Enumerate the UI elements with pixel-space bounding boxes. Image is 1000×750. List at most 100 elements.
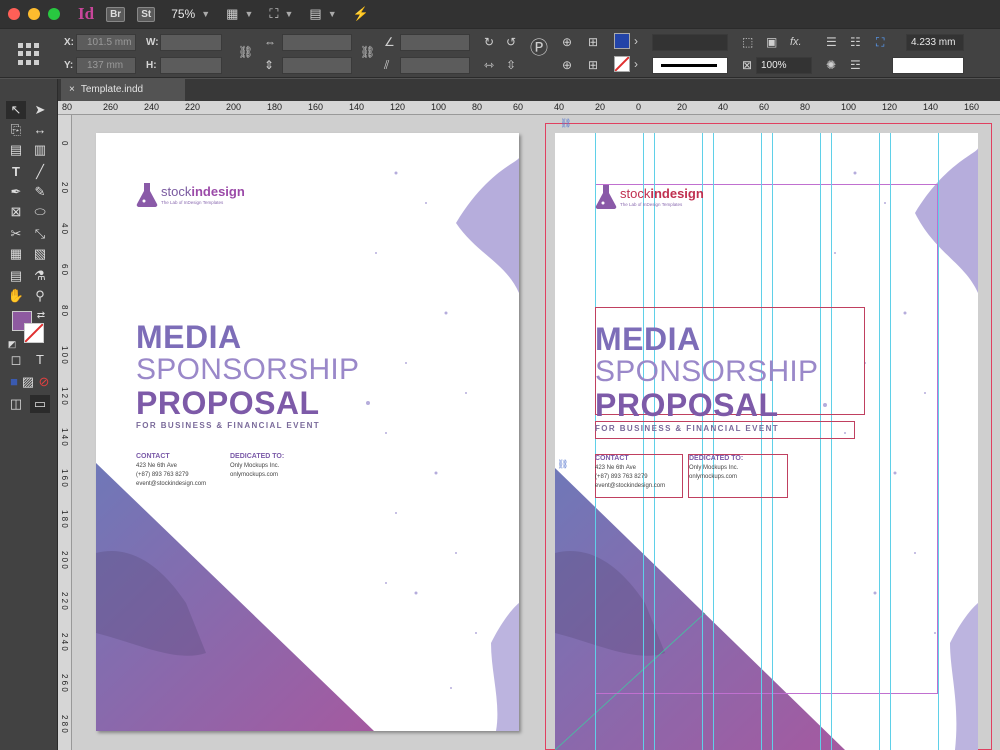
corner-options-icon[interactable]: ⛶ [876,35,884,49]
page-tool-icon[interactable]: ⎘ [6,121,26,139]
effects-button[interactable]: fx. [790,35,802,49]
ruler-tick-label: 60 [513,102,524,112]
pen-tool-icon[interactable]: ✒ [6,183,26,201]
bridge-button[interactable]: Br [106,6,126,22]
zoom-level[interactable]: 75% [171,7,195,21]
ruler-tick-label: 4 0 [60,223,69,235]
link-icon[interactable]: ⛓ [557,459,568,470]
minimize-window-button[interactable] [28,8,40,20]
close-window-button[interactable] [8,8,20,20]
rotate-counterclockwise-icon[interactable]: ↺ [506,35,516,49]
corner-shape-select[interactable] [892,57,964,74]
screen-mode-icon[interactable]: ⛶ [269,6,278,22]
fill-dropdown-icon[interactable]: › [634,34,638,48]
formatting-container-icon[interactable]: ◻ [6,351,26,369]
screen-mode-dropdown-icon[interactable]: ▼ [284,9,293,19]
ruler-tick-label: 240 [144,102,160,112]
auto-fit-icon[interactable]: ⬚ [742,35,753,49]
tab-template[interactable]: × Template.indd [61,79,185,101]
select-previous-icon[interactable]: ⊕ [562,58,572,72]
distribute-icon[interactable]: ☲ [850,58,861,72]
zoom-window-button[interactable] [48,8,60,20]
ruler-tick-label: 1 4 0 [60,428,69,446]
arrange-dropdown-icon[interactable]: ▼ [328,9,337,19]
column-guide [772,133,773,750]
select-content-icon[interactable]: ⊞ [588,35,598,49]
note-tool-icon[interactable]: ▤ [6,267,26,285]
selection-tool-icon[interactable]: ↖ [6,101,26,119]
ruler-tick-label: 2 0 [60,182,69,194]
height-field[interactable] [160,57,222,74]
close-tab-icon[interactable]: × [69,84,75,95]
constrain-scale-icon[interactable]: ⛓ [360,45,375,59]
content-placer-icon[interactable]: ▥ [30,141,50,159]
link-icon[interactable]: ⛓ [560,118,571,129]
gpu-performance-icon[interactable]: ⚡ [353,6,369,22]
scale-y-field[interactable] [282,57,352,74]
gradient-feather-tool-icon[interactable]: ▧ [30,245,50,263]
scale-x-field[interactable] [282,34,352,51]
ruler-tick-label: 8 0 [60,305,69,317]
x-position-field[interactable]: 101.5 mm [76,34,136,51]
document-canvas[interactable]: stockindesign The Lab of InDesign Templa… [72,115,1000,750]
gradient-swatch-tool-icon[interactable]: ▦ [6,245,26,263]
swap-fill-stroke-icon[interactable]: ⇄ [34,307,48,325]
flip-horizontal-icon[interactable]: ⇿ [484,58,494,72]
stroke-dropdown-icon[interactable]: › [634,57,638,71]
align-icon[interactable]: ✺ [826,58,836,72]
view-options-dropdown-icon[interactable]: ▼ [244,9,253,19]
ellipse-tool-icon[interactable]: ⬭ [30,203,50,221]
formatting-text-icon[interactable]: T [30,351,50,369]
stock-button[interactable]: St [137,6,156,22]
stroke-type-select[interactable] [652,57,728,74]
select-container-icon[interactable]: ⊕ [562,35,572,49]
shear-angle-field[interactable] [400,57,470,74]
vertical-ruler[interactable]: 0 2 0 4 0 6 0 8 0 1 0 0 1 2 0 1 4 0 1 6 0 1 8 0 2 … [58,115,72,750]
rotate-clockwise-icon[interactable]: ↻ [484,35,494,49]
page-artwork [96,158,519,731]
drop-shadow-icon[interactable]: ▣ [766,35,777,49]
text-wrap-icon[interactable]: ☰ [826,35,837,49]
flip-vertical-icon[interactable]: ⇳ [506,58,516,72]
free-transform-tool-icon[interactable]: ⤡ [30,225,50,243]
rotation-angle-field[interactable] [400,34,470,51]
stroke-swatch[interactable] [614,56,630,72]
ruler-tick-label: 100 [841,102,857,112]
dedicated-site: onlymockups.com [230,472,279,478]
reference-point-icon[interactable] [18,43,40,65]
line-tool-icon[interactable]: ╱ [30,163,50,181]
fill-swatch[interactable] [614,33,630,49]
apply-none-icon[interactable]: ⊘ [34,373,54,391]
gap-tool-icon[interactable]: ↔ [30,121,50,139]
rectangle-frame-tool-icon[interactable]: ⊠ [6,203,26,221]
opacity-field[interactable]: 100% [756,57,812,74]
width-field[interactable] [160,34,222,51]
content-collector-icon[interactable]: ▤ [6,141,26,159]
zoom-tool-icon[interactable]: ⚲ [30,287,50,305]
text-wrap-alt-icon[interactable]: ☷ [850,35,861,49]
pencil-tool-icon[interactable]: ✎ [30,183,50,201]
hand-tool-icon[interactable]: ✋ [6,287,26,305]
constrain-proportions-icon[interactable]: ⛓ [238,45,253,59]
horizontal-ruler[interactable]: 80 260 240 220 200 180 160 140 120 100 80 60 40 20 0 20… [58,101,1000,115]
contact-address: 423 Ne 6th Ave [136,463,177,469]
paragraph-icon[interactable]: Ⓟ [530,39,548,57]
eyedropper-tool-icon[interactable]: ⚗ [30,267,50,285]
direct-selection-tool-icon[interactable]: ➤ [30,101,50,119]
select-next-icon[interactable]: ⊞ [588,58,598,72]
page-preview[interactable]: stockindesign The Lab of InDesign Templa… [96,133,519,731]
page-edit[interactable]: stockindesign The Lab of InDesign Templa… [555,133,978,750]
stockindesign-logo-edit[interactable]: stockindesign The Lab of InDesign Templa… [595,183,704,209]
screen-mode-normal-icon[interactable]: ◫ [6,395,26,413]
type-tool-icon[interactable]: T [6,163,26,181]
title-media: MEDIA [136,319,242,355]
scissors-tool-icon[interactable]: ✂ [6,225,26,243]
stroke-weight-select[interactable] [652,34,728,51]
arrange-documents-icon[interactable]: ▤ [309,6,321,22]
zoom-dropdown-icon[interactable]: ▼ [201,9,210,19]
preview-mode-icon[interactable]: ▭ [30,395,50,413]
y-position-field[interactable]: 137 mm [76,57,136,74]
view-options-icon[interactable]: ▦ [226,6,238,22]
stroke-color-box[interactable] [24,323,44,343]
stroke-weight-field[interactable]: 4.233 mm [906,34,964,51]
